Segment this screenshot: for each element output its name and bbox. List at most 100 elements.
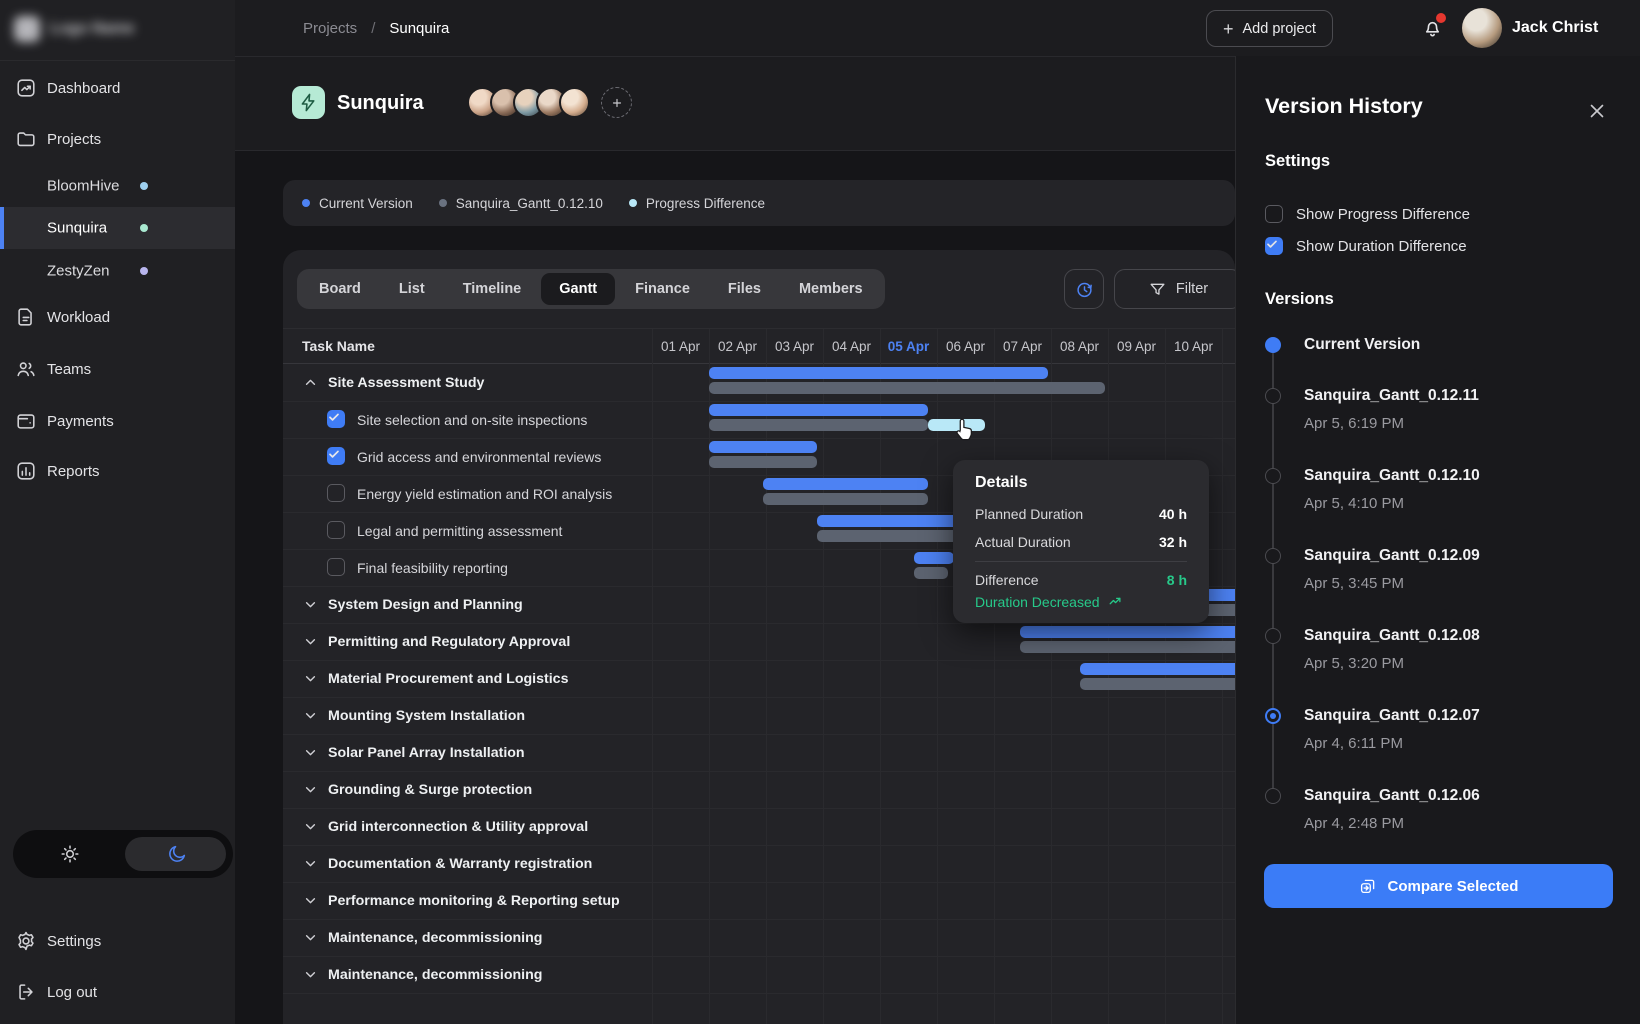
sidebar-item-projects[interactable]: Projects — [0, 118, 235, 160]
legend: Current VersionSanquira_Gantt_0.12.10Pro… — [283, 180, 1235, 226]
sidebar-item-teams[interactable]: Teams — [0, 348, 235, 390]
planned-bar[interactable] — [709, 367, 1048, 379]
member-avatar[interactable] — [559, 87, 590, 118]
gear-icon — [15, 930, 37, 952]
chevron-down-icon[interactable] — [302, 892, 319, 909]
task-checkbox[interactable] — [327, 521, 345, 539]
chevron-down-icon[interactable] — [302, 670, 319, 687]
task-checkbox[interactable] — [327, 558, 345, 576]
version-radio[interactable] — [1265, 628, 1281, 644]
sidebar-item-payments[interactable]: Payments — [0, 400, 235, 442]
task-checkbox[interactable] — [327, 484, 345, 502]
group-label: Mounting System Installation — [328, 697, 525, 734]
chevron-down-icon[interactable] — [302, 818, 319, 835]
planned-bar[interactable] — [763, 478, 928, 490]
sidebar-item-bloomhive[interactable]: BloomHive — [0, 165, 235, 207]
gantt-chart: Task Name 01 Apr02 Apr03 Apr04 Apr05 Apr… — [283, 328, 1235, 1024]
sidebar-item-logout[interactable]: Log out — [0, 971, 235, 1013]
group-label: Solar Panel Array Installation — [328, 734, 525, 771]
chevron-down-icon[interactable] — [302, 929, 319, 946]
date-header-06-apr: 06 Apr — [937, 329, 994, 363]
sidebar-item-reports[interactable]: Reports — [0, 450, 235, 492]
tab-gantt[interactable]: Gantt — [541, 273, 615, 305]
version-radio[interactable] — [1265, 788, 1281, 804]
planned-bar[interactable] — [709, 404, 928, 416]
sidebar-item-dashboard[interactable]: Dashboard — [0, 67, 235, 109]
chevron-down-icon[interactable] — [302, 781, 319, 798]
tooltip-note: Duration Decreased — [975, 594, 1123, 610]
sidebar-item-settings[interactable]: Settings — [0, 920, 235, 962]
moon-icon[interactable] — [166, 843, 188, 865]
planned-bar[interactable] — [709, 441, 817, 453]
checkbox-unchecked[interactable] — [1265, 205, 1283, 223]
gantt-group-row: Maintenance, decommissioning — [283, 919, 1235, 957]
task-checkbox[interactable] — [327, 410, 345, 428]
actual-bar[interactable] — [1020, 641, 1235, 653]
actual-duration-label: Actual Duration — [975, 534, 1071, 550]
add-member-button[interactable] — [601, 87, 632, 118]
tab-members[interactable]: Members — [781, 273, 881, 305]
actual-bar[interactable] — [709, 456, 817, 468]
setting-checkbox-duration[interactable]: Show Duration Difference — [1265, 237, 1467, 255]
legend-label: Current Version — [319, 196, 413, 211]
gantt-task-row: Site selection and on-site inspections — [283, 401, 1235, 439]
actual-bar[interactable] — [709, 382, 1105, 394]
gantt-group-row: Grid interconnection & Utility approval — [283, 808, 1235, 846]
tab-list[interactable]: List — [381, 273, 443, 305]
version-name: Sanquira_Gantt_0.12.08 — [1304, 627, 1480, 645]
actual-bar[interactable] — [1080, 678, 1236, 690]
date-header-01-apr: 01 Apr — [652, 329, 709, 363]
breadcrumb-projects[interactable]: Projects — [303, 20, 357, 37]
version-radio[interactable] — [1265, 548, 1281, 564]
sidebar-item-zestyzen[interactable]: ZestyZen — [0, 250, 235, 292]
chevron-down-icon[interactable] — [302, 744, 319, 761]
setting-checkbox-progress[interactable]: Show Progress Difference — [1265, 205, 1470, 223]
task-checkbox[interactable] — [327, 447, 345, 465]
compare-selected-button[interactable]: Compare Selected — [1264, 864, 1613, 908]
topbar: Projects / Sunquira + Add project Jack C… — [235, 0, 1640, 57]
version-radio[interactable] — [1265, 468, 1281, 484]
project-name: BloomHive — [47, 178, 120, 195]
checkbox-checked[interactable] — [1265, 237, 1283, 255]
tab-files[interactable]: Files — [710, 273, 779, 305]
theme-toggle[interactable] — [13, 830, 233, 878]
date-header-09-apr: 09 Apr — [1108, 329, 1165, 363]
task-label: Legal and permitting assessment — [357, 512, 562, 549]
chevron-up-icon[interactable] — [302, 374, 319, 391]
chevron-down-icon[interactable] — [302, 633, 319, 650]
filter-button[interactable]: Filter — [1114, 269, 1242, 309]
sidebar-item-workload[interactable]: Workload — [0, 296, 235, 338]
date-header-05-apr: 05 Apr — [880, 329, 937, 363]
sun-icon[interactable] — [59, 843, 81, 865]
legend-item: Progress Difference — [629, 196, 765, 211]
version-history-button[interactable] — [1064, 269, 1104, 309]
actual-bar[interactable] — [763, 493, 928, 505]
tab-timeline[interactable]: Timeline — [445, 273, 540, 305]
actual-bar[interactable] — [709, 419, 928, 431]
tab-finance[interactable]: Finance — [617, 273, 708, 305]
breadcrumb-current: Sunquira — [389, 20, 449, 37]
version-radio[interactable] — [1265, 388, 1281, 404]
chevron-down-icon[interactable] — [302, 707, 319, 724]
actual-bar[interactable] — [914, 567, 948, 579]
selected-version-radio[interactable] — [1265, 708, 1281, 724]
sidebar-item-sunquira[interactable]: Sunquira — [0, 207, 235, 249]
user-name: Jack Christ — [1512, 0, 1598, 56]
setting-label: Show Duration Difference — [1296, 238, 1467, 255]
date-header-08-apr: 08 Apr — [1051, 329, 1108, 363]
tab-board[interactable]: Board — [301, 273, 379, 305]
planned-bar[interactable] — [914, 552, 954, 564]
chevron-down-icon[interactable] — [302, 596, 319, 613]
version-time: Apr 5, 4:10 PM — [1304, 495, 1404, 512]
current-version-dot[interactable] — [1265, 337, 1281, 353]
planned-bar[interactable] — [1020, 626, 1235, 638]
close-icon[interactable] — [1586, 100, 1608, 122]
versions-heading: Versions — [1265, 290, 1334, 309]
tooltip-divider — [975, 561, 1187, 562]
chevron-down-icon[interactable] — [302, 966, 319, 983]
logo-area: Logo Name — [0, 0, 235, 61]
chevron-down-icon[interactable] — [302, 855, 319, 872]
add-project-button[interactable]: + Add project — [1206, 10, 1333, 47]
user-avatar[interactable] — [1462, 8, 1502, 48]
planned-bar[interactable] — [1080, 663, 1236, 675]
